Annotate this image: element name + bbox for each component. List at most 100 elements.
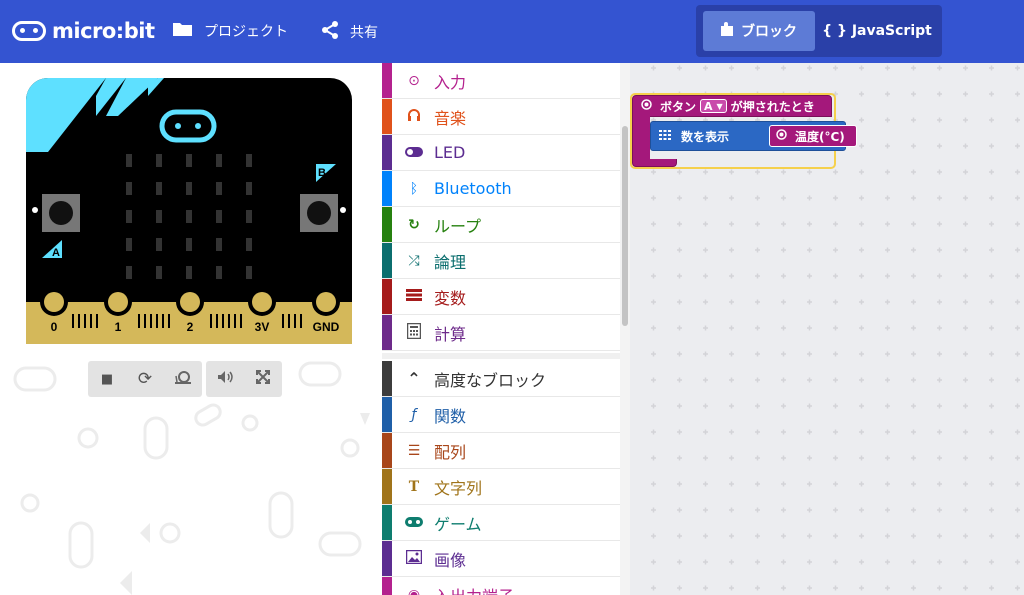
sim-run-controls: ■ ⟳ <box>88 361 202 397</box>
toolbox-divider <box>382 353 620 359</box>
temperature-block[interactable]: 温度(°C) <box>769 125 857 147</box>
category-color-bar <box>382 243 392 278</box>
share-button[interactable]: 共有 <box>320 20 378 44</box>
restart-icon: ⟳ <box>137 369 153 389</box>
editor-switch: ブロック { } JavaScript <box>696 5 942 57</box>
simulator-controls: ■ ⟳ <box>88 361 282 397</box>
temperature-label: 温度(°C) <box>795 129 845 144</box>
button-event-icon <box>641 99 652 113</box>
mute-button[interactable] <box>206 361 244 397</box>
puzzle-icon <box>721 22 733 40</box>
button-b-label: B <box>318 167 326 179</box>
variables-icon <box>404 288 424 305</box>
toolbox-item-text[interactable]: T 文字列 <box>382 469 620 505</box>
toolbox-item-functions[interactable]: ƒ 関数 <box>382 397 620 433</box>
category-color-bar <box>382 541 392 576</box>
toolbox-item-variables[interactable]: 変数 <box>382 279 620 315</box>
category-color-bar <box>382 577 392 595</box>
button-dropdown-value: A <box>704 99 713 113</box>
toolbox: ⊙ 入力 音楽 LED ᛒ Bluetooth ↻ ループ ⤮ 論理 変数 計算… <box>382 63 620 595</box>
category-color-bar <box>382 433 392 468</box>
event-suffix: が押されたとき <box>730 99 815 114</box>
toolbox-item-bluetooth[interactable]: ᛒ Bluetooth <box>382 171 620 207</box>
calculator-icon <box>404 322 424 343</box>
toolbox-item-label: LED <box>434 143 466 162</box>
chevron-up-icon: ⌃ <box>407 369 421 388</box>
toolbox-item-label: 文字列 <box>434 478 483 498</box>
toolbox-item-images[interactable]: 画像 <box>382 541 620 577</box>
toolbox-item-label: 配列 <box>434 442 467 462</box>
toolbox-item-label: 計算 <box>434 324 467 344</box>
toolbox-item-game[interactable]: ゲーム <box>382 505 620 541</box>
bluetooth-icon: ᛒ <box>409 180 419 197</box>
toolbox-item-label: 高度なブロック <box>434 370 547 390</box>
toolbox-item-label: 音楽 <box>434 108 467 128</box>
event-prefix: ボタン <box>660 99 697 114</box>
top-bar: micro:bit プロジェクト 共有 ブロック { } JavaScript <box>0 0 1024 63</box>
button-dropdown[interactable]: A ▼ <box>700 99 727 113</box>
category-color-bar <box>382 63 392 98</box>
javascript-label: { } JavaScript <box>822 23 932 39</box>
microbit-board: A B 0 1 2 3V GND <box>26 78 352 344</box>
show-number-block[interactable]: 数を表示 温度(°C) <box>650 121 857 151</box>
on-button-pressed-block[interactable]: ボタン A ▼ が押されたとき <box>632 95 832 117</box>
slow-icon <box>174 370 192 388</box>
projects-button[interactable]: プロジェクト <box>172 20 288 42</box>
fullscreen-button[interactable] <box>244 361 282 397</box>
toolbox-scrollbar[interactable] <box>620 63 630 595</box>
category-color-bar <box>382 279 392 314</box>
toolbox-item-advanced[interactable]: ⌃ 高度なブロック <box>382 361 620 397</box>
category-color-bar <box>382 315 392 350</box>
toggle-icon <box>404 145 424 161</box>
toolbox-item-label: 変数 <box>434 288 467 308</box>
stop-button[interactable]: ■ <box>88 361 126 397</box>
toolbox-item-loops[interactable]: ↻ ループ <box>382 207 620 243</box>
microbit-logo[interactable]: micro:bit <box>12 14 155 48</box>
logo-text: micro:bit <box>52 19 155 43</box>
category-color-bar <box>382 397 392 432</box>
image-icon <box>404 549 424 568</box>
shuffle-icon: ⤮ <box>408 252 420 269</box>
category-color-bar <box>382 469 392 504</box>
toolbox-item-pins[interactable]: ◉ 入出力端子 <box>382 577 620 595</box>
function-icon: ƒ <box>411 406 417 423</box>
toolbox-item-label: Bluetooth <box>434 179 512 198</box>
blocks-workspace[interactable]: ボタン A ▼ が押されたとき 数を表示 温度(°C) <box>630 63 1024 595</box>
toolbox-item-math[interactable]: 計算 <box>382 315 620 351</box>
sensor-icon <box>776 129 787 143</box>
loop-icon: ↻ <box>408 216 420 233</box>
toolbox-item-input[interactable]: ⊙ 入力 <box>382 63 620 99</box>
stop-icon: ■ <box>100 371 114 387</box>
fullscreen-icon <box>256 370 270 388</box>
event-block-foot <box>632 159 677 167</box>
folder-icon <box>172 20 194 42</box>
pin-2-label: 2 <box>187 320 194 334</box>
pins-icon: ◉ <box>407 586 421 595</box>
scrollbar-thumb[interactable] <box>622 126 628 326</box>
category-color-bar <box>382 135 392 170</box>
category-color-bar <box>382 99 392 134</box>
list-icon: ☰ <box>407 442 421 459</box>
blocks-tab[interactable]: ブロック <box>703 11 815 51</box>
javascript-tab[interactable]: { } JavaScript <box>818 11 936 51</box>
toolbox-item-music[interactable]: 音楽 <box>382 99 620 135</box>
event-block-body <box>632 116 650 160</box>
restart-button[interactable]: ⟳ <box>126 361 164 397</box>
toolbox-item-label: 関数 <box>434 406 467 426</box>
projects-label: プロジェクト <box>204 24 288 40</box>
toolbox-item-label: 論理 <box>434 252 467 272</box>
category-color-bar <box>382 361 392 396</box>
toolbox-item-label: 入出力端子 <box>434 583 514 595</box>
toolbox-item-arrays[interactable]: ☰ 配列 <box>382 433 620 469</box>
toolbox-item-label: 画像 <box>434 550 467 570</box>
button-a-label: A <box>52 247 60 259</box>
sim-view-controls <box>206 361 282 397</box>
toolbox-item-logic[interactable]: ⤮ 論理 <box>382 243 620 279</box>
slow-mode-button[interactable] <box>164 361 202 397</box>
input-icon: ⊙ <box>408 72 420 89</box>
pin-3v-label: 3V <box>255 320 270 334</box>
blocks-label: ブロック <box>741 24 797 40</box>
share-icon <box>320 20 340 44</box>
gamepad-icon <box>404 515 424 531</box>
toolbox-item-led[interactable]: LED <box>382 135 620 171</box>
